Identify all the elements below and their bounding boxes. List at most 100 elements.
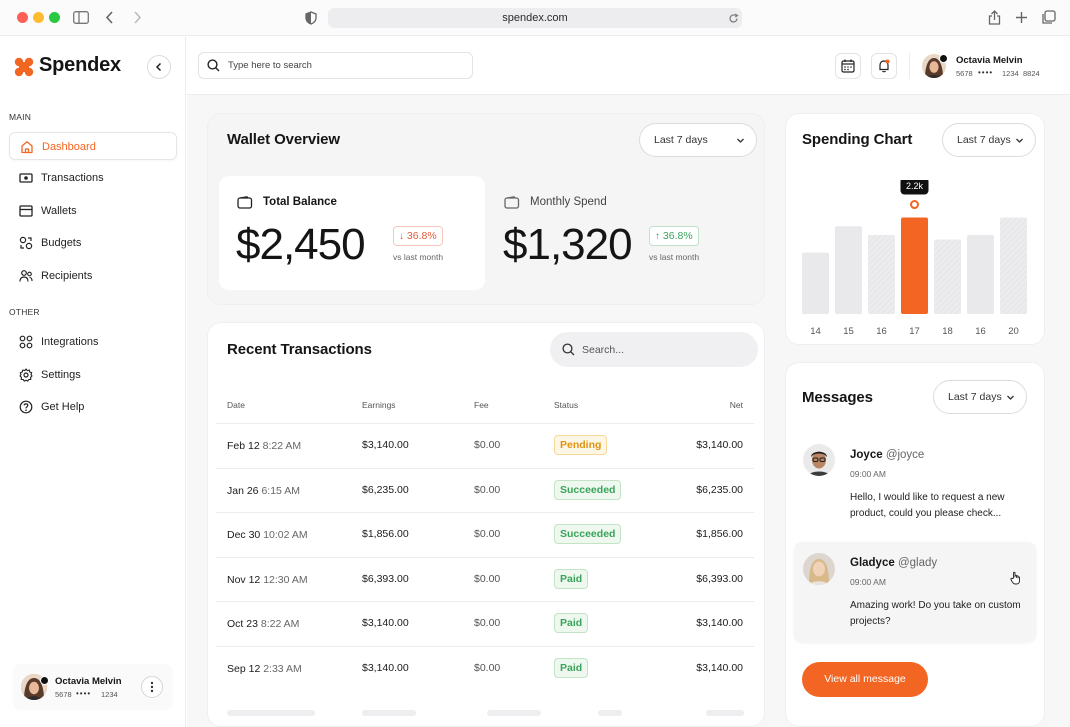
bar-16[interactable] (967, 235, 994, 314)
spending-chart-title: Spending Chart (802, 131, 913, 148)
reload-icon[interactable] (728, 13, 739, 24)
total-balance-note: vs last month (393, 252, 444, 262)
change-value: 36.8% (662, 230, 693, 242)
bar-15[interactable] (835, 226, 862, 314)
chart-svg: 14 15 16 17 2.2k 18 16 20 (802, 180, 1027, 337)
dropdown-label: Last 7 days (957, 134, 1011, 146)
header-card-mask: •••• (978, 68, 994, 77)
wallet-range-dropdown[interactable]: Last 7 days (639, 123, 757, 157)
table-row[interactable]: Feb 12 8:22 AM $3,140.00 $0.00 Pending $3,14… (216, 424, 754, 467)
cell-date: Sep 12 2:33 AM (227, 663, 302, 675)
spending-range-dropdown[interactable]: Last 7 days (942, 123, 1036, 157)
message-time: 09:00 AM (850, 577, 886, 587)
time-text: 8:22 AM (262, 440, 302, 452)
cell-net: $3,140.00 (696, 439, 743, 451)
cell-earnings: $3,140.00 (362, 617, 409, 629)
wallet-overview-title: Wallet Overview (227, 131, 340, 148)
cell-fee: $0.00 (474, 439, 501, 451)
users-icon (19, 269, 33, 283)
monthly-spend-change-badge: ↑ 36.8% (649, 226, 699, 246)
sidebar-toggle-icon[interactable] (73, 11, 89, 24)
cell-net: $3,140.00 (696, 617, 743, 629)
table-row[interactable]: Sep 12 2:33 AM $3,140.00 $0.00 Paid $3,140.0… (216, 647, 754, 690)
sidebar-item-label: Recipients (41, 270, 93, 282)
wallet-icon (504, 196, 520, 209)
total-balance-label: Total Balance (263, 196, 337, 208)
sidebar-item-dashboard[interactable]: Dashboard (9, 132, 177, 160)
cell-date: Nov 12 12:30 AM (227, 574, 308, 586)
x-tick-label: 16 (975, 326, 986, 337)
wallet-icon (19, 204, 33, 218)
date-text: Nov 12 (227, 574, 261, 586)
chevron-down-icon (1016, 138, 1023, 143)
sidebar-item-budgets[interactable]: Budgets (9, 229, 177, 257)
sender-name: Joyce (850, 449, 883, 461)
chevron-down-icon (1007, 395, 1014, 400)
notifications-button[interactable] (871, 53, 897, 79)
back-icon[interactable] (105, 11, 115, 24)
table-row[interactable]: Nov 12 12:30 AM $6,393.00 $0.00 Paid $6,393.… (216, 558, 754, 601)
sidebar-item-label: Wallets (41, 205, 77, 217)
bar-14[interactable] (802, 252, 829, 314)
user-menu-button[interactable] (141, 676, 163, 698)
forward-icon[interactable] (132, 11, 142, 24)
maximize-window-button[interactable] (49, 12, 60, 23)
cell-fee: $0.00 (474, 573, 501, 585)
bell-icon (879, 59, 890, 73)
cell-net: $6,393.00 (696, 573, 743, 585)
highlight-marker (910, 200, 919, 210)
x-tick-label: 15 (843, 326, 854, 337)
table-row[interactable]: Oct 23 8:22 AM $3,140.00 $0.00 Paid $3,140.0… (216, 602, 754, 645)
table-row[interactable]: Dec 30 10:02 AM $1,856.00 $0.00 Succeeded $1… (216, 513, 754, 556)
tooltip-value: 2.2k (906, 181, 924, 191)
search-placeholder: Type here to search (228, 60, 312, 71)
messages-range-dropdown[interactable]: Last 7 days (933, 380, 1027, 414)
address-bar[interactable]: spendex.com (328, 8, 742, 28)
bar-17-highlighted[interactable] (901, 217, 928, 314)
cell-net: $6,235.00 (696, 484, 743, 496)
bar-20[interactable] (1000, 217, 1027, 314)
minimize-window-button[interactable] (33, 12, 44, 23)
tab-overview-icon[interactable] (1041, 10, 1056, 25)
chevron-down-icon (737, 138, 744, 143)
sender-name: Gladyce (850, 557, 895, 569)
sidebar-item-wallets[interactable]: Wallets (9, 197, 177, 225)
status-badge: Pending (554, 435, 608, 455)
time-text: 10:02 AM (263, 529, 308, 541)
view-all-messages-button[interactable]: View all message (802, 662, 928, 697)
message-sender: Gladyce @glady (850, 557, 937, 569)
sidebar-item-transactions[interactable]: Transactions (9, 164, 177, 192)
sender-handle: @joyce (885, 449, 925, 461)
shield-icon[interactable] (305, 11, 317, 25)
close-window-button[interactable] (17, 12, 28, 23)
transactions-search-input[interactable]: Search... (550, 332, 758, 367)
calendar-button[interactable] (835, 53, 861, 79)
date-text: Sep 12 (227, 663, 261, 675)
x-tick-label: 20 (1008, 326, 1019, 337)
status-badge: Paid (554, 569, 589, 589)
sidebar-item-get-help[interactable]: Get Help (9, 393, 177, 421)
share-icon[interactable] (988, 10, 1001, 25)
new-tab-icon[interactable] (1015, 11, 1028, 24)
table-row[interactable]: Jan 26 6:15 AM $6,235.00 $0.00 Succeeded $6,… (216, 469, 754, 512)
cell-net: $1,856.00 (696, 528, 743, 540)
monthly-spend-value: $1,320 (503, 220, 633, 269)
cell-fee: $0.00 (474, 617, 501, 629)
card-number-mask: •••• (76, 689, 92, 698)
cell-date: Dec 30 10:02 AM (227, 529, 308, 541)
collapse-sidebar-button[interactable] (147, 55, 171, 79)
bar-16[interactable] (868, 235, 895, 314)
bar-18[interactable] (934, 239, 961, 314)
sidebar-item-integrations[interactable]: Integrations (9, 328, 177, 356)
cell-date: Oct 23 8:22 AM (227, 618, 299, 630)
help-icon (19, 400, 33, 414)
sidebar-item-recipients[interactable]: Recipients (9, 262, 177, 290)
avatar (803, 553, 835, 585)
gear-icon (19, 368, 33, 382)
sidebar-item-settings[interactable]: Settings (9, 361, 177, 389)
global-search-input[interactable]: Type here to search (198, 52, 473, 79)
app-name: Spendex (39, 54, 121, 76)
sidebar-item-label: Integrations (41, 336, 99, 348)
header-user-name: Octavia Melvin (956, 55, 1023, 66)
messages-title: Messages (802, 389, 873, 406)
